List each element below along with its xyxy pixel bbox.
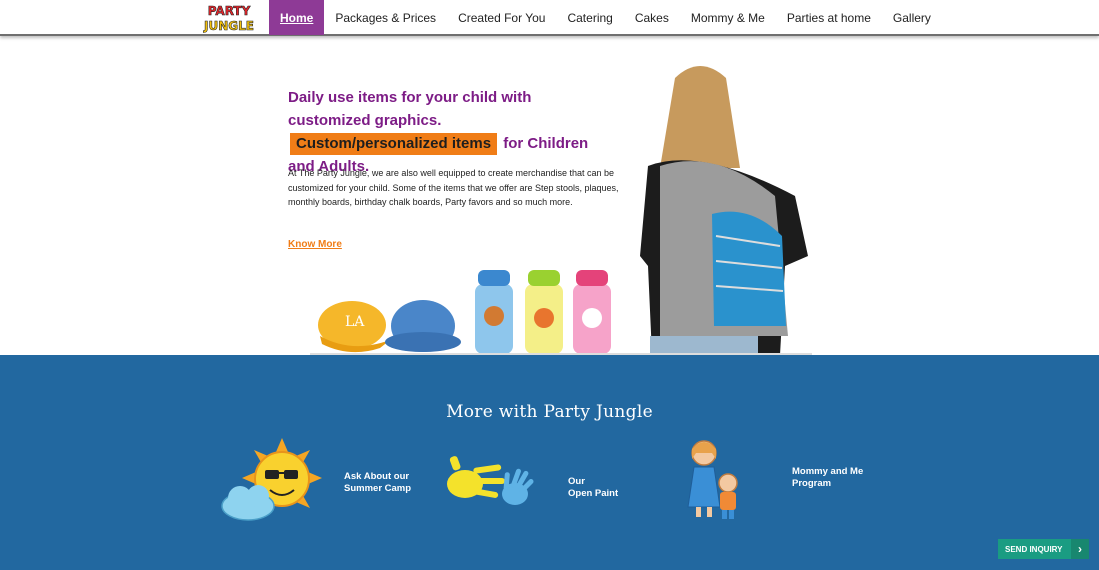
nav-created-for-you[interactable]: Created For You (447, 0, 556, 35)
hero-body-text: At The Party Jungle, we are also well eq… (288, 168, 619, 207)
top-navbar: PARTY JUNGLE Home Packages & Prices Crea… (0, 0, 1099, 36)
nav-home[interactable]: Home (269, 0, 325, 35)
send-inquiry-button[interactable]: SEND INQUIRY › (998, 539, 1089, 559)
chevron-right-icon: › (1071, 539, 1089, 559)
handprint-icon[interactable] (443, 452, 543, 514)
know-more-link[interactable]: Know More (288, 239, 342, 250)
feature-summer-camp[interactable]: Ask About our Summer Camp (344, 471, 411, 495)
party-jungle-logo[interactable]: PARTY JUNGLE (203, 2, 255, 34)
headline-text: Daily use items for your child with cust… (288, 89, 532, 129)
mother-child-icon[interactable] (684, 439, 744, 521)
nav-cakes[interactable]: Cakes (624, 0, 680, 35)
svg-text:PARTY: PARTY (208, 4, 251, 18)
nav-menu: Home Packages & Prices Created For You C… (269, 0, 942, 35)
nav-mommy-me[interactable]: Mommy & Me (680, 0, 776, 35)
bucket-hat-icon (385, 300, 461, 352)
girl-backpack-photo (640, 66, 808, 355)
svg-text:LA: LA (345, 314, 365, 330)
sun-cloud-icon[interactable] (218, 438, 324, 524)
nav-catering[interactable]: Catering (556, 0, 623, 35)
green-bottle-icon (525, 270, 563, 354)
hero-section: LA Daily use items for your child with c… (0, 36, 1099, 355)
feature-mommy-me[interactable]: Mommy and Me Program (792, 466, 863, 490)
pink-bottle-icon (573, 270, 611, 354)
headline-highlight: Custom/personalized items (290, 133, 498, 155)
svg-text:JUNGLE: JUNGLE (203, 19, 254, 33)
nav-packages-prices[interactable]: Packages & Prices (324, 0, 447, 35)
more-section: More with Party Jungle Ask About our Sum… (0, 355, 1099, 570)
hero-headline: Daily use items for your child with cust… (288, 86, 618, 178)
feature-open-paint[interactable]: Our Open Paint (568, 476, 618, 500)
section-title: More with Party Jungle (446, 402, 653, 422)
cap-icon: LA (318, 301, 390, 353)
blue-bottle-icon (475, 270, 513, 354)
send-inquiry-label: SEND INQUIRY (1005, 544, 1063, 554)
nav-gallery[interactable]: Gallery (882, 0, 942, 35)
nav-parties-at-home[interactable]: Parties at home (776, 0, 882, 35)
